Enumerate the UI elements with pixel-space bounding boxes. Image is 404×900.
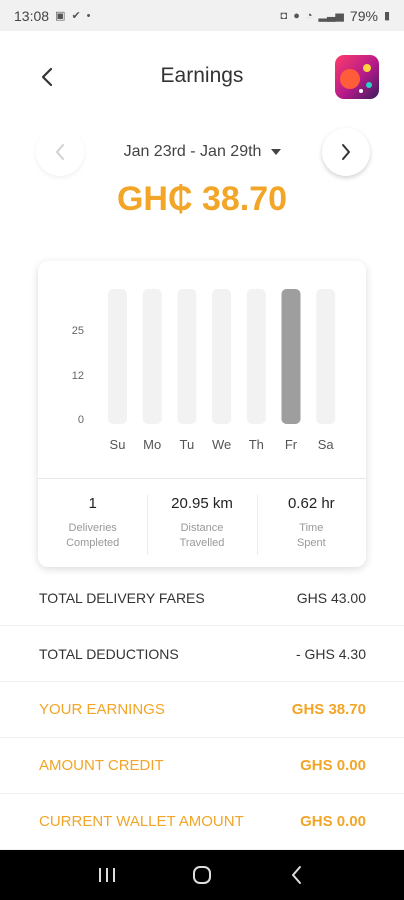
bar-track — [142, 289, 162, 424]
stat-label-line: Distance — [180, 522, 224, 534]
wifi-icon: ◔ — [305, 9, 313, 22]
date-range-select[interactable]: Jan 23rd - Jan 29th — [110, 140, 295, 164]
chevron-right-icon — [342, 144, 350, 160]
recent-apps-icon — [99, 868, 116, 882]
x-tick-label: Th — [249, 437, 264, 452]
next-week-button[interactable] — [322, 128, 370, 176]
stat-label-line: Deliveries — [68, 522, 117, 534]
x-tick-label: Mo — [143, 437, 161, 452]
summary-label: AMOUNT CREDIT — [39, 757, 164, 774]
summary-value: - GHS 4.30 — [295, 645, 366, 662]
stat-value: 0.62 hr — [287, 495, 335, 512]
stat-label: Distance Travelled — [147, 521, 256, 551]
stat-label-line: Spent — [296, 537, 326, 549]
stat-value: 20.95 km — [171, 495, 233, 512]
bar[interactable] — [281, 289, 301, 424]
bar-track — [108, 289, 127, 424]
stats-row: 1 Deliveries Completed 20.95 km Distance… — [38, 479, 366, 567]
location-icon: ● — [293, 9, 300, 22]
alarm-icon: ◘ — [280, 9, 288, 22]
stat-label: Time Spent — [257, 521, 366, 551]
summary-row-amount-credit: AMOUNT CREDIT GHS 0.00 — [0, 738, 404, 794]
status-right: ◘ ● ◔ ▂▃▅ 79% ▮ — [281, 8, 390, 24]
recent-apps-button[interactable] — [87, 855, 127, 895]
summary-label: CURRENT WALLET AMOUNT — [39, 813, 244, 830]
battery-icon: ▮ — [383, 10, 390, 22]
summary-row-delivery-fares: TOTAL DELIVERY FARES GHS 43.00 — [0, 570, 404, 626]
check-icon: ✔ — [71, 10, 81, 22]
home-icon — [192, 866, 211, 884]
date-range-label: Jan 23rd - Jan 29th — [123, 143, 262, 160]
x-tick-label: Su — [110, 437, 126, 452]
summary-row-your-earnings: YOUR EARNINGS GHS 38.70 — [0, 682, 404, 738]
y-tick-label: 0 — [78, 414, 84, 426]
app-logo — [335, 55, 379, 99]
stat-label-line: Time — [299, 522, 324, 534]
summary-label: TOTAL DELIVERY FARES — [39, 589, 205, 606]
summary-row-deductions: TOTAL DEDUCTIONS - GHS 4.30 — [0, 626, 404, 682]
status-time: 13:08 — [14, 7, 50, 24]
stat-distance: 20.95 km Distance Travelled — [147, 479, 256, 567]
x-tick-label: Sa — [318, 437, 335, 452]
summary-row-wallet-amount: CURRENT WALLET AMOUNT GHS 0.00 — [0, 794, 404, 850]
stat-label-line: Completed — [66, 537, 120, 549]
chevron-left-icon — [56, 144, 64, 160]
x-tick-label: Fr — [285, 437, 298, 452]
weekly-earnings-card: 25 12 0 Su Mo Tu We Th Fr Sa 1 Deliveries Complet… — [38, 261, 366, 567]
stat-time: 0.62 hr Time Spent — [256, 479, 366, 567]
y-tick-label: 25 — [72, 325, 84, 337]
stat-value: 1 — [88, 495, 97, 512]
back-arrow-icon — [291, 866, 301, 884]
bar-track — [212, 289, 232, 424]
header: Earnings — [0, 31, 404, 126]
dot-icon: • — [86, 9, 91, 22]
summary-value: GHS 43.00 — [296, 589, 366, 606]
summary-value: GHS 0.00 — [300, 813, 366, 830]
system-nav-bar — [0, 850, 404, 900]
weekly-earnings-chart: 25 12 0 Su Mo Tu We Th Fr Sa — [72, 289, 336, 452]
gallery-icon: ▣ — [55, 10, 66, 22]
x-tick-label: Tu — [180, 437, 195, 452]
summary-label: YOUR EARNINGS — [39, 701, 165, 718]
y-tick-label: 12 — [72, 370, 84, 382]
date-range-nav: Jan 23rd - Jan 29th — [0, 128, 404, 178]
previous-week-button[interactable] — [36, 128, 84, 176]
earnings-summary: TOTAL DELIVERY FARES GHS 43.00 TOTAL DED… — [0, 570, 404, 850]
x-tick-label: We — [212, 437, 231, 452]
battery-level: 79% — [349, 7, 378, 24]
signal-icon: ▂▃▅ — [318, 10, 344, 22]
bar-track — [316, 289, 336, 424]
home-button[interactable] — [182, 855, 222, 895]
stat-label-line: Travelled — [179, 537, 225, 549]
bar-track — [177, 289, 197, 424]
summary-label: TOTAL DEDUCTIONS — [39, 645, 179, 662]
status-left: 13:08 ▣ ✔ • — [14, 8, 91, 24]
status-bar: 13:08 ▣ ✔ • ◘ ● ◔ ▂▃▅ 79% ▮ — [0, 0, 404, 31]
caret-down-icon — [271, 149, 282, 155]
stat-label: Deliveries Completed — [38, 521, 147, 551]
bar-track — [246, 289, 266, 424]
stat-deliveries: 1 Deliveries Completed — [38, 479, 147, 567]
summary-value: GHS 0.00 — [300, 757, 366, 774]
total-earnings: GH₵ 38.70 — [116, 180, 288, 218]
system-back-button[interactable] — [277, 855, 317, 895]
summary-value: GHS 38.70 — [291, 701, 366, 718]
